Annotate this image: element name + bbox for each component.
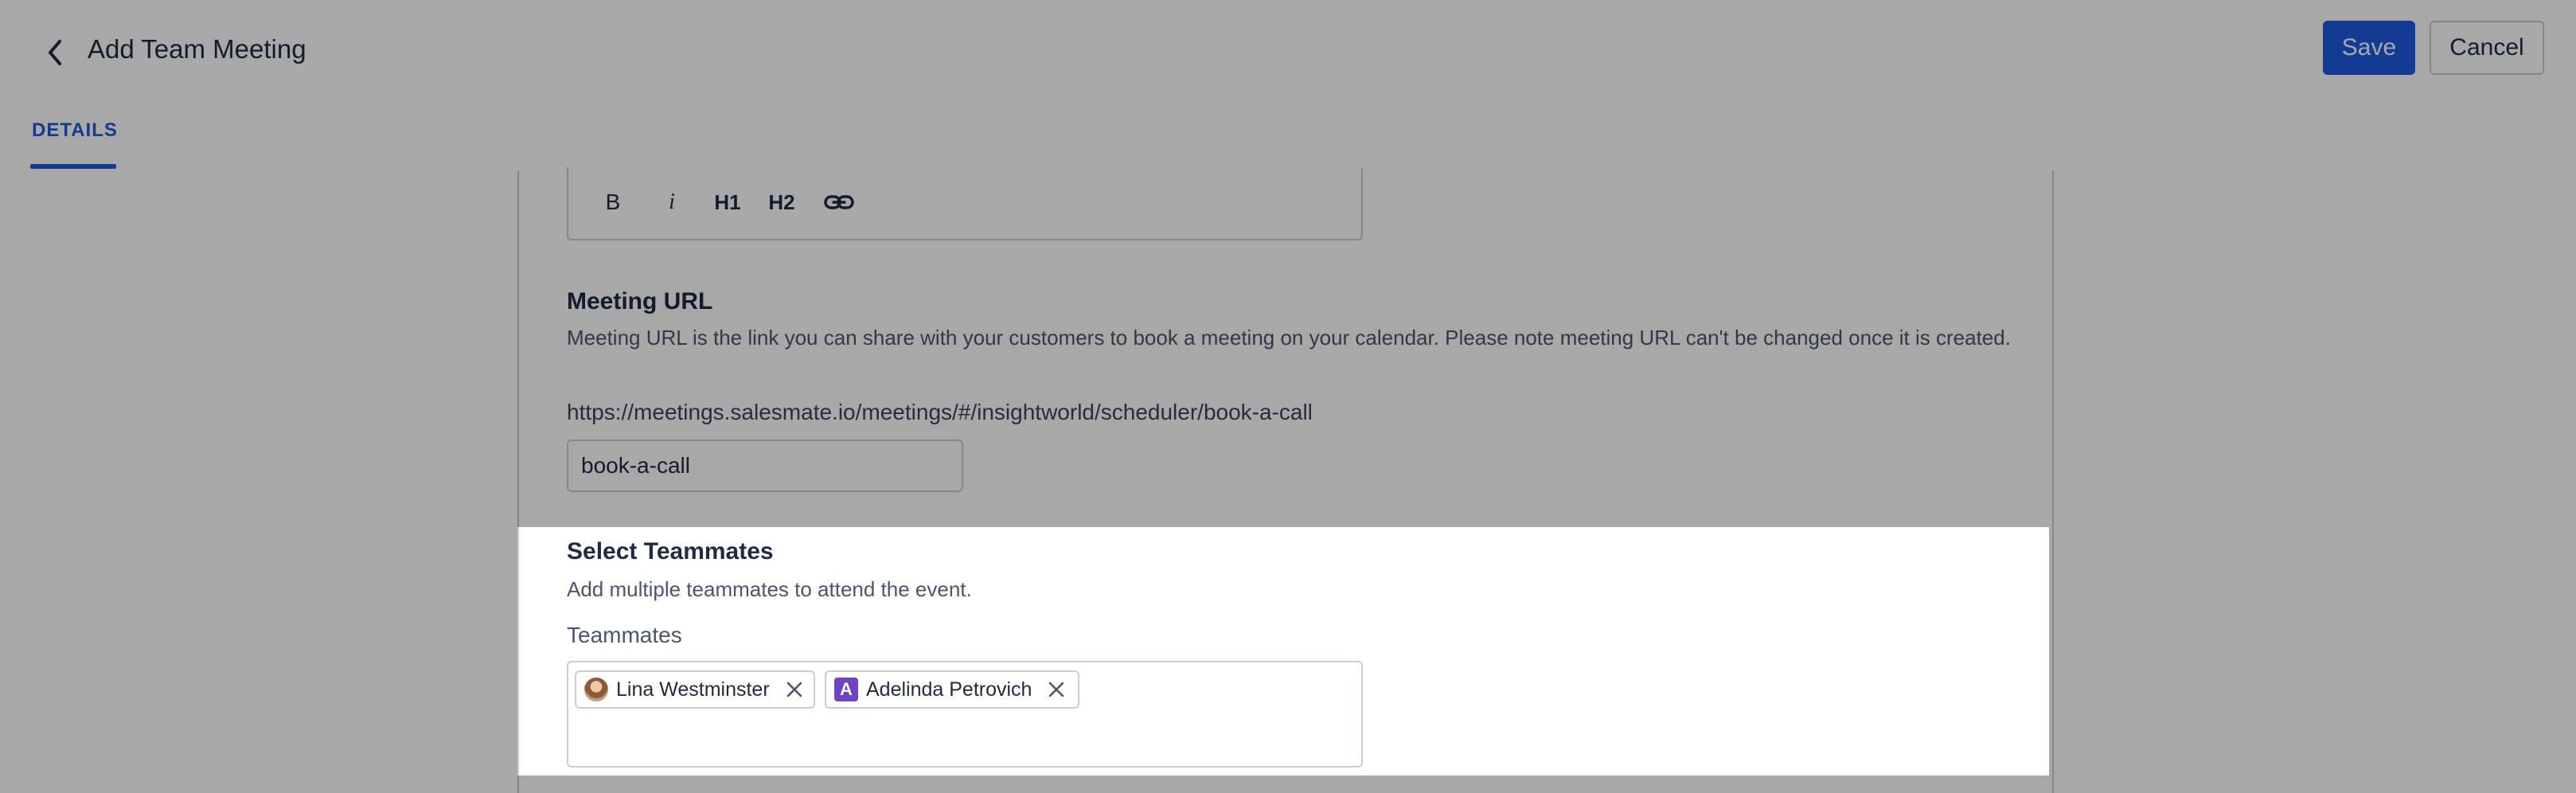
remove-teammate-button[interactable] [784, 679, 805, 700]
meeting-url-full: https://meetings.salesmate.io/meetings/#… [567, 400, 1313, 424]
bold-button[interactable]: B [597, 186, 629, 218]
page-title: Add Team Meeting [88, 34, 306, 64]
close-icon [1049, 682, 1064, 697]
heading2-button[interactable]: H2 [763, 186, 801, 218]
avatar: A [834, 678, 858, 701]
tab-details[interactable]: DETAILS [32, 119, 118, 142]
italic-button[interactable]: i [656, 186, 688, 218]
teammate-chip: A Adelinda Petrovich [825, 670, 1079, 709]
link-button[interactable] [822, 186, 857, 218]
teammate-chip: Lina Westminster [575, 670, 815, 709]
close-icon [786, 682, 802, 697]
chevron-left-icon [49, 40, 61, 65]
meeting-url-slug-input[interactable] [567, 439, 963, 492]
meeting-url-description: Meeting URL is the link you can share wi… [567, 326, 2011, 350]
tab-active-indicator [30, 164, 116, 169]
avatar [584, 678, 608, 701]
editor-toolbar: B i H1 H2 [567, 167, 1363, 240]
teammates-label: Teammates [567, 623, 682, 647]
meeting-url-title: Meeting URL [567, 288, 713, 314]
select-teammates-description: Add multiple teammates to attend the eve… [567, 577, 972, 601]
back-button[interactable] [35, 32, 76, 73]
heading1-button[interactable]: H1 [708, 186, 747, 218]
cancel-button[interactable]: Cancel [2430, 21, 2544, 75]
teammate-name: Adelinda Petrovich [866, 678, 1032, 701]
page-header: Add Team Meeting Save Cancel DETAILS [0, 0, 2576, 172]
teammate-name: Lina Westminster [616, 678, 770, 701]
select-teammates-title: Select Teammates [567, 538, 774, 564]
save-button[interactable]: Save [2323, 21, 2415, 75]
teammates-select[interactable]: Lina Westminster A Adelinda Petrovich [567, 661, 1363, 768]
remove-teammate-button[interactable] [1046, 679, 1067, 700]
link-icon [824, 195, 854, 209]
